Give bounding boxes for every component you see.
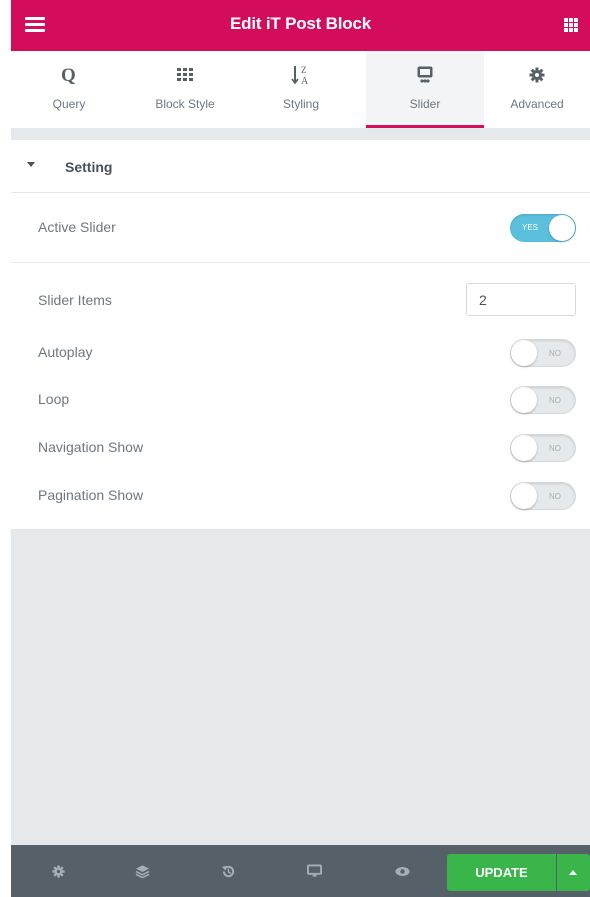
svg-text:Z: Z (301, 65, 307, 75)
query-icon: Q (11, 65, 127, 85)
switch-state: NO (549, 492, 561, 501)
switch-knob (511, 340, 537, 366)
tab-label: Advanced (510, 97, 564, 111)
switch-state: NO (549, 444, 561, 453)
eye-icon[interactable] (392, 861, 412, 881)
control-navigation-show: Navigation Show NO (11, 431, 590, 465)
sort-az-icon: Z A (243, 65, 359, 86)
switch-knob (511, 435, 537, 461)
divider (11, 262, 590, 263)
tab-label: Styling (282, 97, 320, 111)
control-autoplay: Autoplay NO (11, 336, 590, 370)
panel-tabs: Q Query Block Style Z A Styling Slider A… (11, 51, 590, 128)
tab-slider[interactable]: Slider (366, 51, 484, 128)
tab-label: Query (52, 97, 86, 111)
switch-knob (549, 215, 575, 241)
control-label: Navigation Show (38, 439, 144, 455)
grid-icon (127, 65, 243, 85)
switch-state: YES (522, 223, 539, 232)
gear-icon[interactable] (48, 861, 68, 881)
control-label: Pagination Show (38, 487, 144, 503)
grid-icon[interactable] (564, 18, 579, 33)
control-active-slider: Active Slider YES (11, 194, 590, 262)
switch-knob (511, 387, 537, 413)
tab-label: Slider (409, 97, 441, 111)
layers-icon[interactable] (132, 861, 152, 881)
editor-panel: Edit iT Post Block Q Query Block Style Z… (11, 0, 590, 897)
section-toggle-setting[interactable]: Setting (11, 140, 590, 193)
control-loop: Loop NO (11, 383, 590, 417)
history-icon[interactable] (218, 861, 238, 881)
panel-footer: UPDATE (11, 845, 590, 897)
settings-content: Setting Active Slider YES Slider Items A… (11, 140, 590, 529)
switch-state: NO (549, 349, 561, 358)
control-label: Autoplay (38, 344, 93, 360)
slider-items-input[interactable] (466, 283, 576, 316)
svg-text:Q: Q (61, 65, 76, 85)
section-title: Setting (65, 159, 113, 175)
control-label: Slider Items (38, 292, 112, 308)
panel-title: Edit iT Post Block (230, 14, 371, 33)
svg-text:A: A (301, 76, 309, 86)
update-options-button[interactable] (557, 854, 590, 891)
panel-header: Edit iT Post Block (11, 0, 590, 51)
switch-state: NO (549, 396, 561, 405)
loop-switch[interactable]: NO (510, 386, 576, 414)
monitor-icon[interactable] (304, 861, 324, 881)
navigation-show-switch[interactable]: NO (510, 434, 576, 462)
active-slider-switch[interactable]: YES (510, 214, 576, 242)
tab-advanced[interactable]: Advanced (484, 51, 590, 128)
caret-down-icon (27, 162, 35, 167)
control-label: Active Slider (38, 219, 116, 235)
autoplay-switch[interactable]: NO (510, 339, 576, 367)
pagination-show-switch[interactable]: NO (510, 482, 576, 510)
tab-block-style[interactable]: Block Style (127, 51, 243, 128)
control-label: Loop (38, 391, 70, 407)
gear-icon (484, 65, 590, 85)
control-slider-items: Slider Items (11, 280, 590, 320)
tab-label: Block Style (155, 97, 215, 111)
control-pagination-show: Pagination Show NO (11, 479, 590, 513)
tab-styling[interactable]: Z A Styling (243, 51, 359, 128)
update-button[interactable]: UPDATE (447, 854, 556, 891)
tab-query[interactable]: Q Query (11, 51, 127, 128)
slider-icon (366, 65, 484, 85)
switch-knob (511, 483, 537, 509)
tabs-separator (11, 128, 590, 140)
